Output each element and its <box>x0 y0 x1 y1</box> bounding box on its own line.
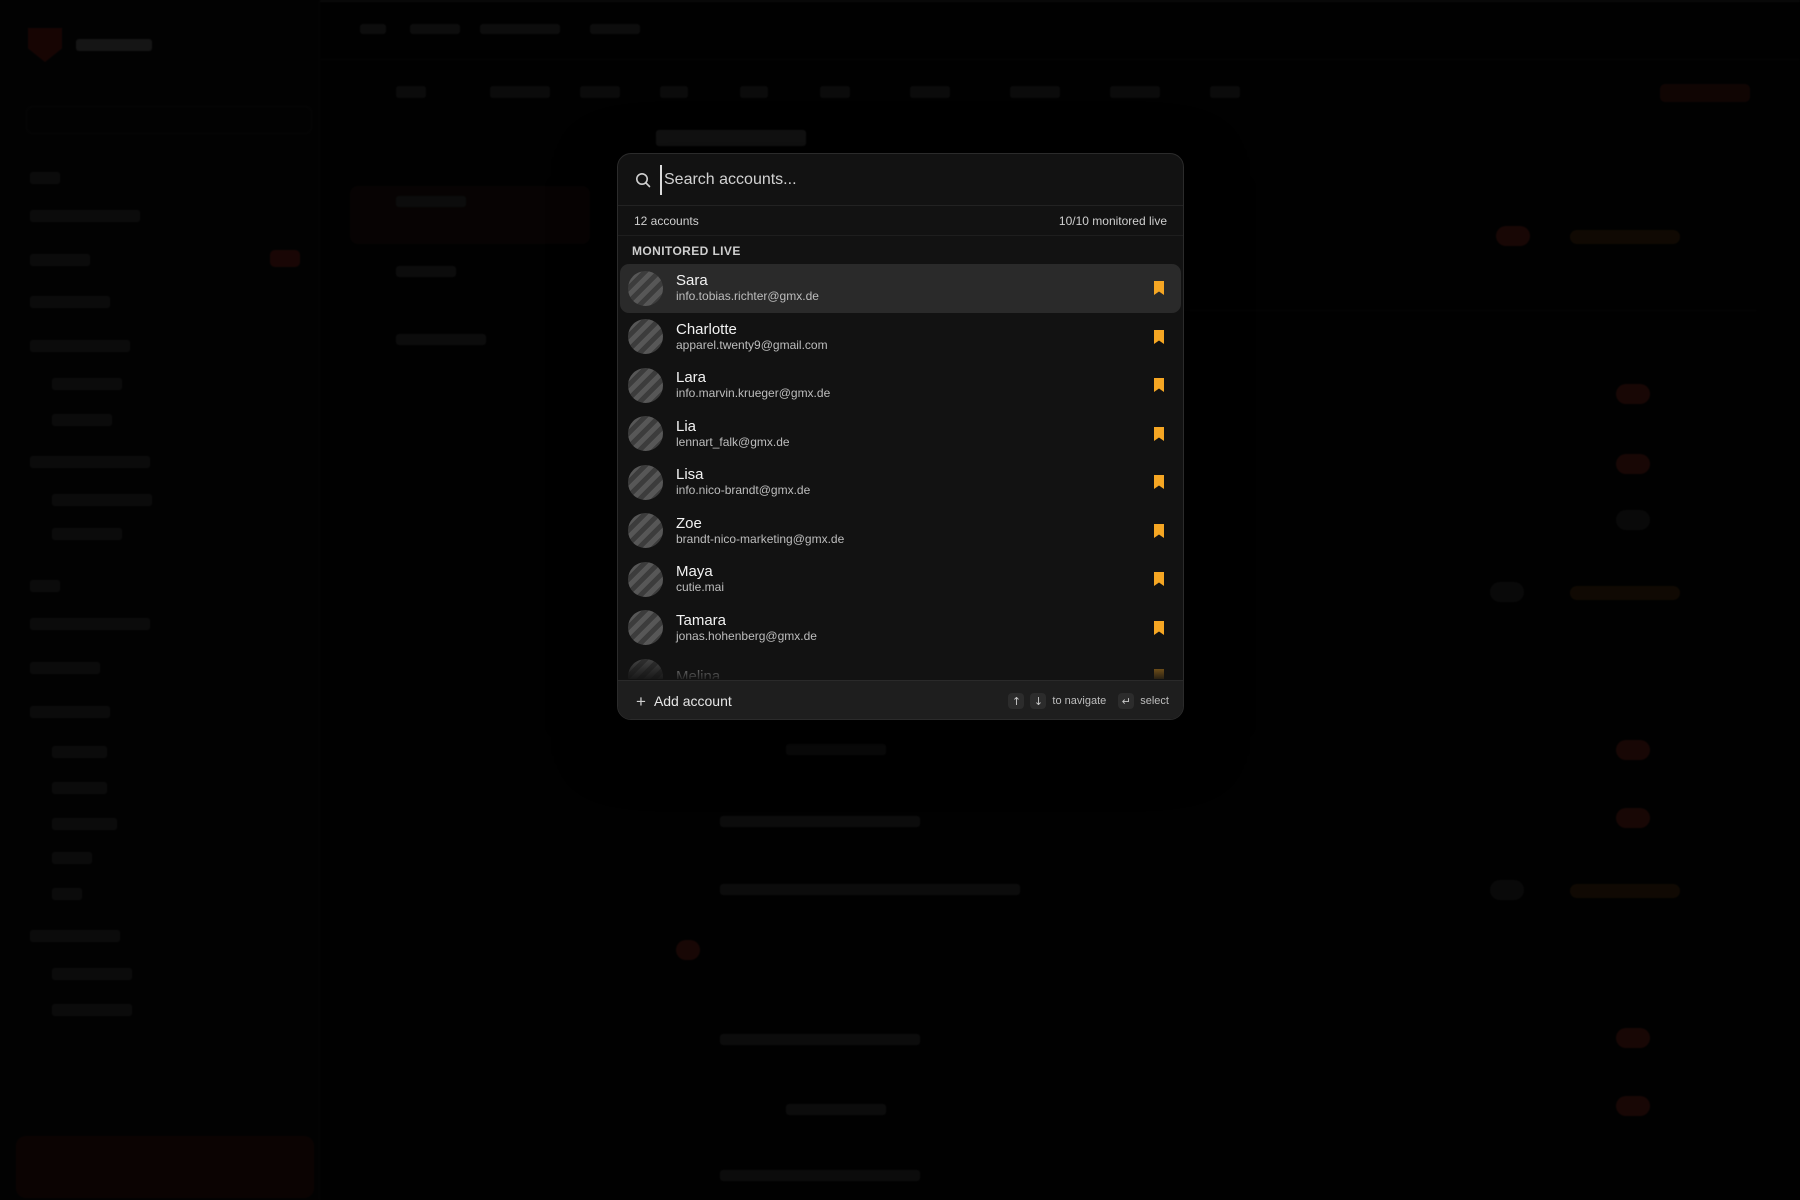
select-hint: select <box>1140 695 1169 707</box>
bookmark-icon[interactable] <box>1153 329 1165 345</box>
search-input[interactable] <box>660 164 1183 195</box>
account-item[interactable]: Tamara jonas.hohenberg@gmx.de <box>620 604 1181 653</box>
account-email: info.nico-brandt@gmx.de <box>676 483 811 498</box>
account-switcher-modal: 12 accounts 10/10 monitored live MONITOR… <box>617 153 1184 720</box>
avatar <box>628 416 663 452</box>
account-email: jonas.hohenberg@gmx.de <box>676 628 817 643</box>
account-text: Tamara jonas.hohenberg@gmx.de <box>676 612 1153 644</box>
account-email: cutie.mai <box>676 580 725 595</box>
account-text: Lisa info.nico-brandt@gmx.de <box>676 466 1153 498</box>
bookmark-icon[interactable] <box>1153 523 1165 539</box>
bookmark-icon[interactable] <box>1153 474 1165 490</box>
arrow-up-key-icon: ↑ <box>1008 693 1025 709</box>
account-email: lennart_falk@gmx.de <box>676 434 790 449</box>
avatar <box>628 464 663 500</box>
plus-icon: + <box>636 691 646 711</box>
avatar <box>628 513 663 549</box>
account-name: Charlotte <box>676 320 737 338</box>
modal-footer: + Add account ↑ ↓ to navigate ↵ select <box>618 680 1183 719</box>
account-name: Sara <box>676 272 708 290</box>
account-text: Lia lennart_falk@gmx.de <box>676 418 1153 450</box>
account-item[interactable]: Lisa info.nico-brandt@gmx.de <box>620 458 1181 507</box>
bookmark-icon[interactable] <box>1153 668 1165 679</box>
account-item[interactable]: Sara info.tobias.richter@gmx.de <box>620 264 1181 313</box>
arrow-down-key-icon: ↓ <box>1030 693 1047 709</box>
bookmark-icon[interactable] <box>1153 426 1165 442</box>
account-item[interactable]: Zoe brandt-nico-marketing@gmx.de <box>620 507 1181 556</box>
keyboard-hints: ↑ ↓ to navigate ↵ select <box>1008 693 1169 709</box>
account-email: info.tobias.richter@gmx.de <box>676 289 819 304</box>
account-text: Charlotte apparel.twenty9@gmail.com <box>676 321 1153 353</box>
account-item[interactable]: Lara info.marvin.krueger@gmx.de <box>620 361 1181 410</box>
search-icon <box>634 171 652 189</box>
account-email: brandt-nico-marketing@gmx.de <box>676 531 845 546</box>
stats-row: 12 accounts 10/10 monitored live <box>618 206 1183 236</box>
account-item[interactable]: Melina <box>620 652 1181 679</box>
account-count: 12 accounts <box>634 213 699 228</box>
bookmark-icon[interactable] <box>1153 377 1165 393</box>
add-account-button[interactable]: + Add account <box>636 693 732 710</box>
account-name: Maya <box>676 563 713 581</box>
account-name: Lisa <box>676 466 704 484</box>
account-name: Lara <box>676 369 707 387</box>
monitored-count: 10/10 monitored live <box>1058 213 1167 228</box>
avatar <box>628 610 663 646</box>
account-list[interactable]: Sara info.tobias.richter@gmx.de Charlotte a… <box>620 264 1181 679</box>
bookmark-icon[interactable] <box>1153 280 1165 296</box>
enter-key-icon: ↵ <box>1118 693 1135 709</box>
account-item[interactable]: Charlotte apparel.twenty9@gmail.com <box>620 313 1181 362</box>
avatar <box>628 658 663 679</box>
search-row <box>618 154 1183 206</box>
avatar <box>628 367 663 403</box>
account-text: Lara info.marvin.krueger@gmx.de <box>676 369 1153 401</box>
bookmark-icon[interactable] <box>1153 571 1165 587</box>
account-name: Lia <box>676 417 697 435</box>
account-email: apparel.twenty9@gmail.com <box>676 337 828 352</box>
section-label: MONITORED LIVE <box>632 244 741 258</box>
avatar <box>628 319 663 355</box>
avatar <box>628 270 663 306</box>
account-name: Zoe <box>676 514 702 532</box>
account-name: Tamara <box>676 611 727 629</box>
account-item[interactable]: Lia lennart_falk@gmx.de <box>620 410 1181 459</box>
account-item[interactable]: Maya cutie.mai <box>620 555 1181 604</box>
account-email: info.marvin.krueger@gmx.de <box>676 386 831 401</box>
account-text: Maya cutie.mai <box>676 563 1153 595</box>
account-name: Melina <box>676 667 721 679</box>
account-text: Melina <box>676 668 1153 679</box>
avatar <box>628 561 663 597</box>
account-text: Zoe brandt-nico-marketing@gmx.de <box>676 515 1153 547</box>
account-text: Sara info.tobias.richter@gmx.de <box>676 272 1153 304</box>
add-account-label: Add account <box>653 693 732 709</box>
navigate-hint: to navigate <box>1052 695 1107 707</box>
bookmark-icon[interactable] <box>1153 620 1165 636</box>
